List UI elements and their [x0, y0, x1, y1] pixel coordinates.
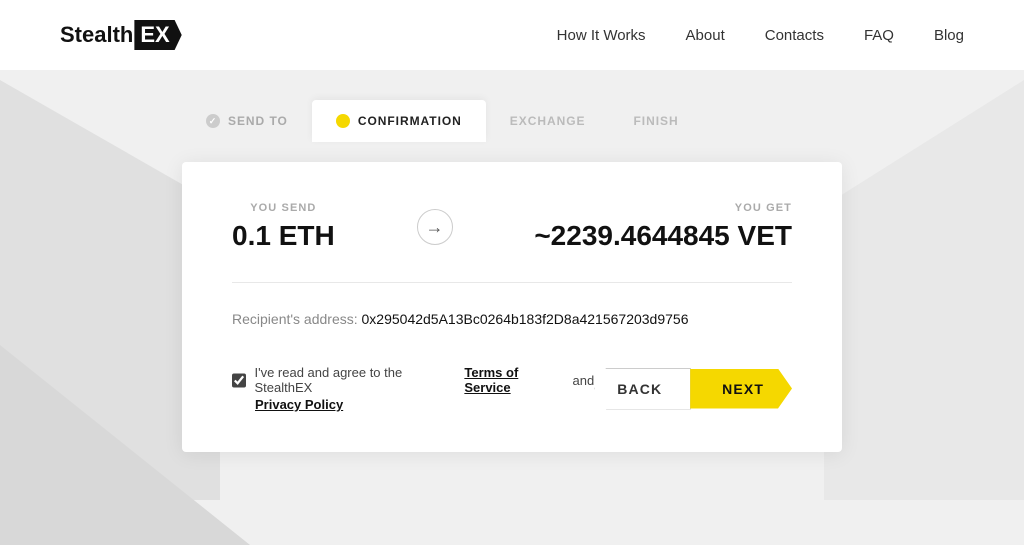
step-confirmation-dot [336, 114, 350, 128]
step-finish: FINISH [610, 100, 703, 142]
send-label: YOU SEND [232, 202, 335, 214]
get-block: YOU GET ~2239.4644845 VET [534, 202, 792, 252]
buttons-group: BACK NEXT [594, 368, 792, 410]
get-amount: ~2239.4644845 VET [534, 220, 792, 252]
step-exchange: EXCHANGE [486, 100, 610, 142]
recipient-row: Recipient's address: 0x295042d5A13Bc0264… [232, 283, 792, 355]
checkbox-text-2: and [573, 373, 595, 388]
main-content: ✓ SEND TO CONFIRMATION EXCHANGE FINISH Y… [0, 70, 1024, 452]
step-send-to-label: SEND TO [228, 114, 288, 128]
terms-checkbox-line: I've read and agree to the StealthEX Ter… [232, 365, 594, 395]
step-confirmation: CONFIRMATION [312, 100, 486, 142]
nav-blog[interactable]: Blog [934, 27, 964, 44]
back-button[interactable]: BACK [594, 368, 691, 410]
logo: StealthEX [60, 20, 182, 50]
logo-stealth: Stealth [60, 22, 133, 48]
step-finish-label: FINISH [634, 114, 679, 128]
privacy-policy-link[interactable]: Privacy Policy [255, 397, 594, 412]
step-exchange-label: EXCHANGE [510, 114, 586, 128]
confirmation-card: YOU SEND 0.1 ETH → YOU GET ~2239.4644845… [182, 162, 842, 452]
nav-how-it-works[interactable]: How It Works [557, 27, 646, 44]
arrow-icon: → [417, 209, 453, 245]
terms-of-service-link[interactable]: Terms of Service [464, 365, 564, 395]
exchange-row: YOU SEND 0.1 ETH → YOU GET ~2239.4644845… [232, 202, 792, 283]
step-send-to: ✓ SEND TO [182, 100, 312, 142]
main-nav: How It Works About Contacts FAQ Blog [557, 27, 964, 44]
step-confirmation-label: CONFIRMATION [358, 114, 462, 128]
recipient-address: 0x295042d5A13Bc0264b183f2D8a421567203d97… [362, 311, 689, 327]
header: StealthEX How It Works About Contacts FA… [0, 0, 1024, 70]
next-button[interactable]: NEXT [690, 369, 792, 409]
step-send-to-dot: ✓ [206, 114, 220, 128]
recipient-label: Recipient's address: [232, 311, 358, 327]
logo-ex: EX [134, 20, 181, 50]
terms-checkbox[interactable] [232, 373, 246, 388]
nav-faq[interactable]: FAQ [864, 27, 894, 44]
checkbox-area: I've read and agree to the StealthEX Ter… [232, 365, 594, 412]
steps-bar: ✓ SEND TO CONFIRMATION EXCHANGE FINISH [182, 100, 842, 142]
nav-contacts[interactable]: Contacts [765, 27, 824, 44]
nav-about[interactable]: About [686, 27, 725, 44]
checkbox-text-1: I've read and agree to the StealthEX [254, 365, 456, 395]
send-block: YOU SEND 0.1 ETH [232, 202, 335, 252]
bottom-row: I've read and agree to the StealthEX Ter… [232, 365, 792, 412]
get-label: YOU GET [534, 202, 792, 214]
send-amount: 0.1 ETH [232, 220, 335, 252]
